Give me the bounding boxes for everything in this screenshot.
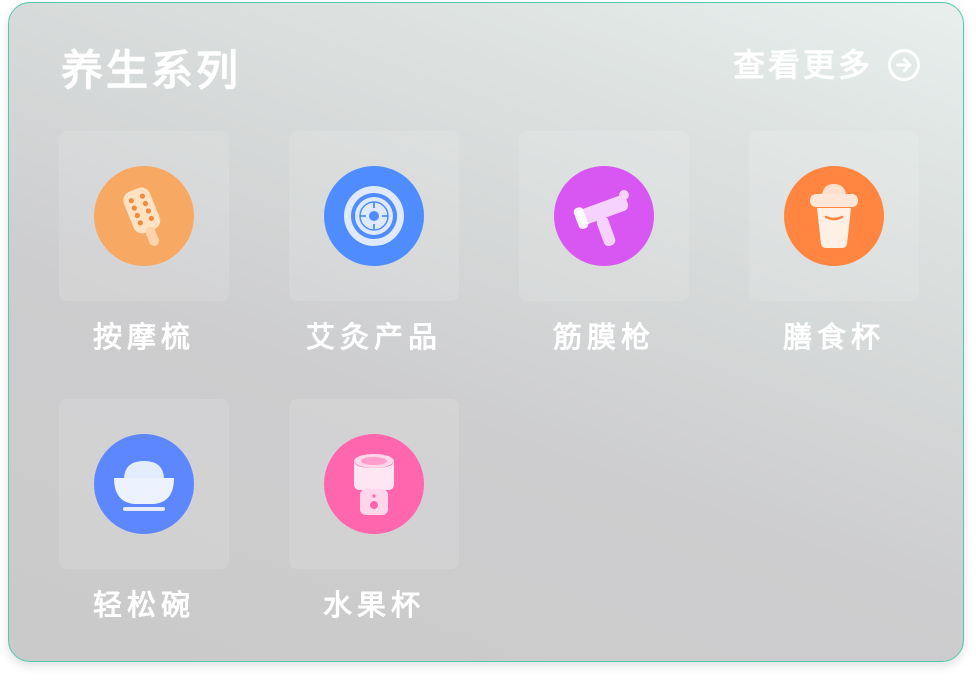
item-label: 筋膜枪 bbox=[552, 320, 655, 354]
bowl-icon bbox=[94, 434, 194, 534]
item-label: 水果杯 bbox=[322, 588, 425, 622]
item-label: 按摩梳 bbox=[92, 320, 195, 354]
massage-comb-icon bbox=[94, 166, 194, 266]
section-title: 养生系列 bbox=[61, 46, 242, 95]
massage-gun-icon bbox=[554, 166, 654, 266]
item-label: 轻松碗 bbox=[92, 588, 195, 622]
health-series-card: 养生系列 查看更多 按摩梳 艾灸产品 筋膜枪 膳食杯 轻松碗 水果杯 bbox=[8, 2, 964, 662]
item-tile-moxibustion[interactable] bbox=[289, 131, 459, 301]
item-tile-meal-cup[interactable] bbox=[749, 131, 919, 301]
item-label: 艾灸产品 bbox=[305, 320, 442, 354]
meal-cup-icon bbox=[784, 166, 884, 266]
view-more-link[interactable]: 查看更多 bbox=[733, 45, 921, 85]
item-label: 膳食杯 bbox=[782, 320, 885, 354]
moxibustion-device-icon bbox=[324, 166, 424, 266]
view-more-label: 查看更多 bbox=[732, 46, 873, 84]
item-tile-massage-comb[interactable] bbox=[59, 131, 229, 301]
fruit-cup-icon bbox=[324, 434, 424, 534]
item-tile-bowl[interactable] bbox=[59, 399, 229, 569]
arrow-right-circle-icon bbox=[888, 49, 920, 81]
item-tile-massage-gun[interactable] bbox=[519, 131, 689, 301]
item-tile-fruit-cup[interactable] bbox=[289, 399, 459, 569]
